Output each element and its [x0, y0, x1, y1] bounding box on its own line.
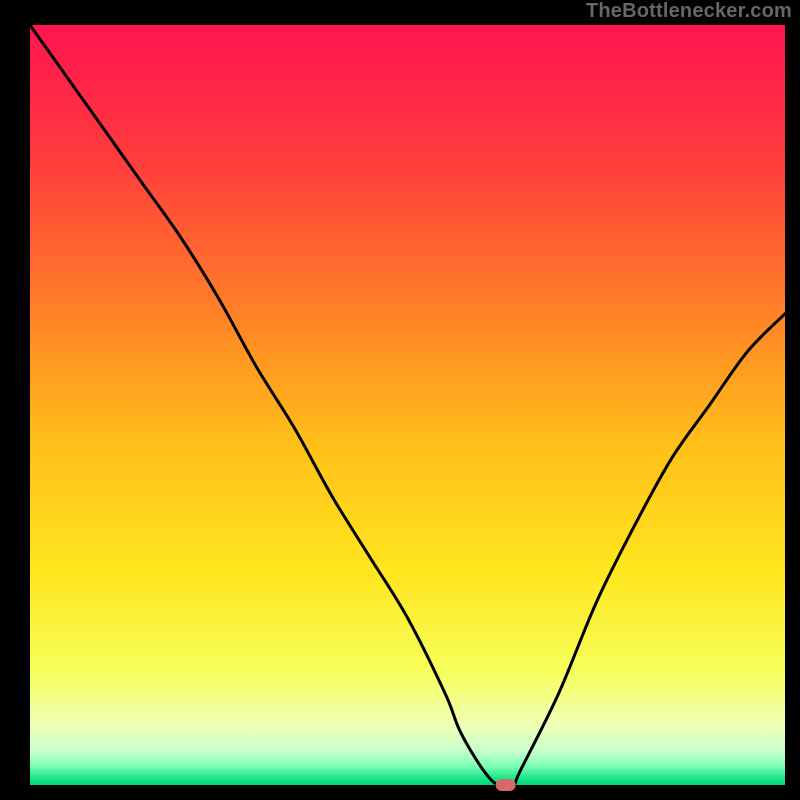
chart-frame: TheBottlenecker.com: [0, 0, 800, 800]
gradient-background: [30, 25, 785, 785]
optimal-marker-pill: [496, 779, 516, 791]
optimal-marker: [496, 779, 516, 791]
bottleneck-chart: [0, 0, 800, 800]
attribution-label: TheBottlenecker.com: [586, 0, 792, 23]
